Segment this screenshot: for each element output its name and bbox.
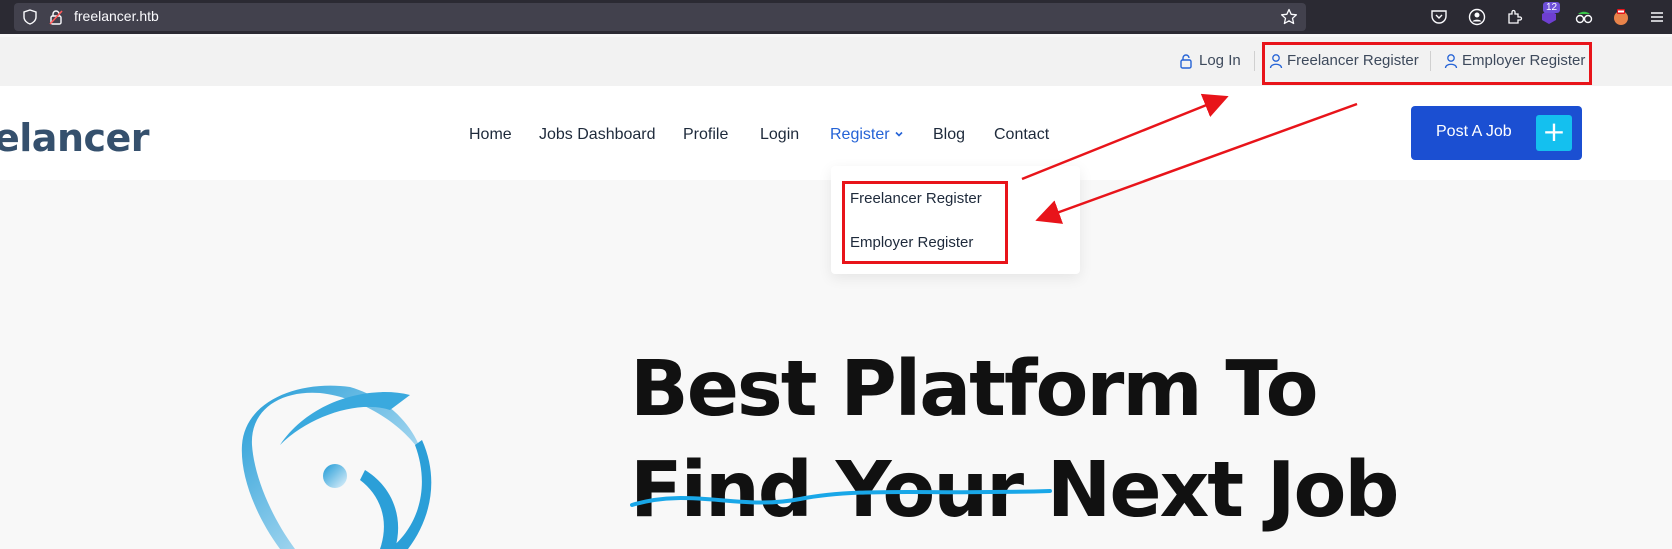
page-root: freelancer.htb 12 Log In Freelancer Regi… — [0, 0, 1672, 549]
arrow-to-top-register — [1021, 93, 1229, 181]
annotation-arrows — [1021, 93, 1358, 224]
arrow-to-dropdown — [1035, 102, 1358, 224]
